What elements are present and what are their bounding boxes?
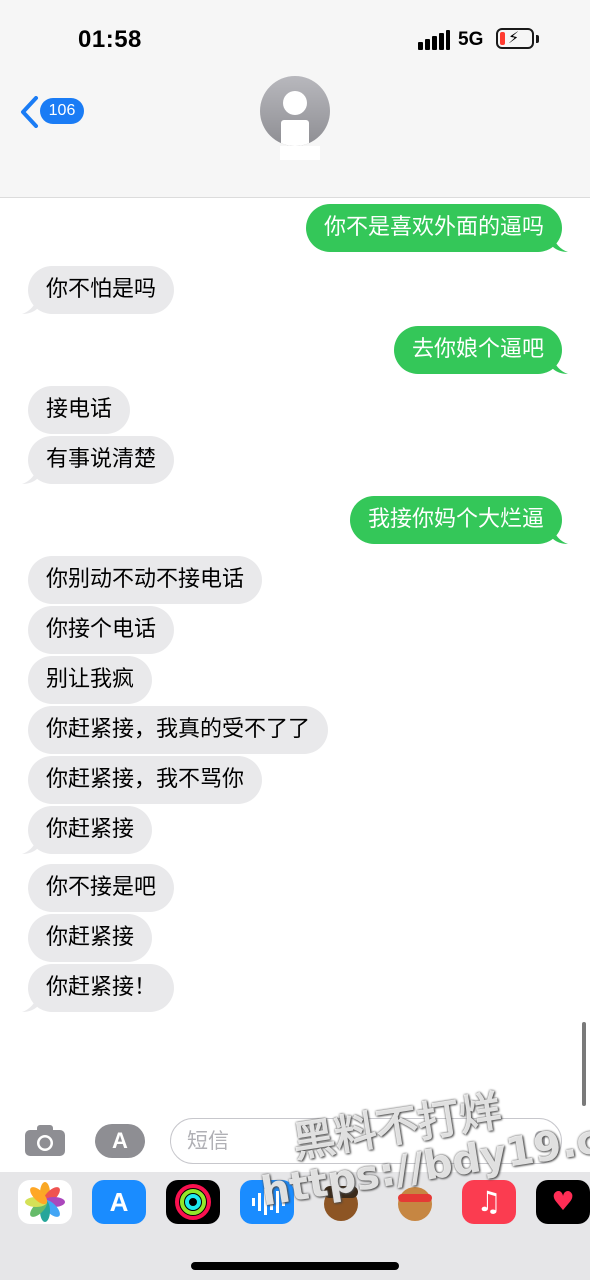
charging-bolt-icon: ⚡ [508,28,520,47]
message-thread[interactable]: 你不是喜欢外面的逼吗你不怕是吗去你娘个逼吧接电话有事说清楚我接你妈个大烂逼你别动… [0,198,590,1098]
sent-message-bubble[interactable]: 我接你妈个大烂逼 [349,496,568,544]
digital-touch-icon[interactable]: ♥ [536,1180,590,1224]
bubble-tail [22,296,38,314]
message-text: 你赶紧接，我真的受不了了 [46,717,311,742]
message-text: 你接个电话 [46,617,157,642]
message-text: 你不怕是吗 [46,277,157,302]
camera-button[interactable] [24,1123,66,1157]
received-message-bubble[interactable]: 你赶紧接，我不骂你 [28,756,263,804]
home-indicator[interactable] [191,1262,399,1270]
message-text: 你不接是吧 [46,875,157,900]
received-message-bubble[interactable]: 你赶紧接，我真的受不了了 [28,706,329,754]
bubble-tail [22,466,38,484]
bubble-tail [552,234,568,252]
message-text: 你别动不动不接电话 [46,567,245,592]
message-text: 接电话 [46,397,113,422]
battery-cap [536,35,539,43]
received-message-bubble[interactable]: 你赶紧接 [22,806,153,854]
received-message-bubble[interactable]: 你不怕是吗 [22,266,175,314]
message-text: 你赶紧接 [46,817,135,842]
received-message-bubble[interactable]: 别让我疯 [28,656,153,704]
sent-message-bubble[interactable]: 你不是喜欢外面的逼吗 [305,204,568,252]
received-message-bubble[interactable]: 你接个电话 [28,606,175,654]
camera-icon [25,1125,65,1156]
app-store-icon: A [112,1128,128,1153]
activity-icon[interactable] [166,1180,220,1224]
unread-count-badge: 106 [40,98,84,124]
battery-level [500,32,505,45]
chevron-left-icon [21,96,38,128]
signal-strength-icon [418,30,450,50]
message-text: 我接你妈个大烂逼 [367,507,544,532]
app-store-icon[interactable]: A [92,1180,146,1224]
music-icon[interactable]: ♫ [462,1180,516,1224]
status-time: 01:58 [78,26,142,53]
contact-avatar[interactable] [260,76,330,146]
bubble-tail [552,526,568,544]
message-text: 别让我疯 [46,667,135,692]
back-button[interactable]: 106 [20,96,90,128]
bubble-tail [22,836,38,854]
scrollbar[interactable] [582,1022,586,1106]
message-text: 你不是喜欢外面的逼吗 [323,215,544,240]
received-message-bubble[interactable]: 你别动不动不接电话 [28,556,263,604]
photos-icon[interactable] [18,1180,72,1224]
message-input-placeholder: 短信 [187,1129,229,1153]
person-silhouette-icon [283,91,307,115]
bubble-tail [22,994,38,1012]
message-text: 有事说清楚 [46,447,157,472]
battery-icon: ⚡ [496,28,534,49]
network-type: 5G [458,29,484,50]
received-message-bubble[interactable]: 你赶紧接 [28,914,153,962]
received-message-bubble[interactable]: 有事说清楚 [22,436,175,484]
message-text: 你赶紧接 [46,925,135,950]
received-message-bubble[interactable]: 你不接是吧 [28,864,175,912]
received-message-bubble[interactable]: 你赶紧接！ [22,964,175,1012]
received-message-bubble[interactable]: 接电话 [28,386,131,434]
conversation-header: 01:58 5G ⚡ 106 [0,0,590,198]
sent-message-bubble[interactable]: 去你娘个逼吧 [393,326,568,374]
message-text: 你赶紧接，我不骂你 [46,767,245,792]
bubble-tail [552,356,568,374]
message-text: 你赶紧接！ [46,975,157,1000]
app-store-button[interactable]: A [95,1124,145,1158]
message-text: 去你娘个逼吧 [411,337,544,362]
